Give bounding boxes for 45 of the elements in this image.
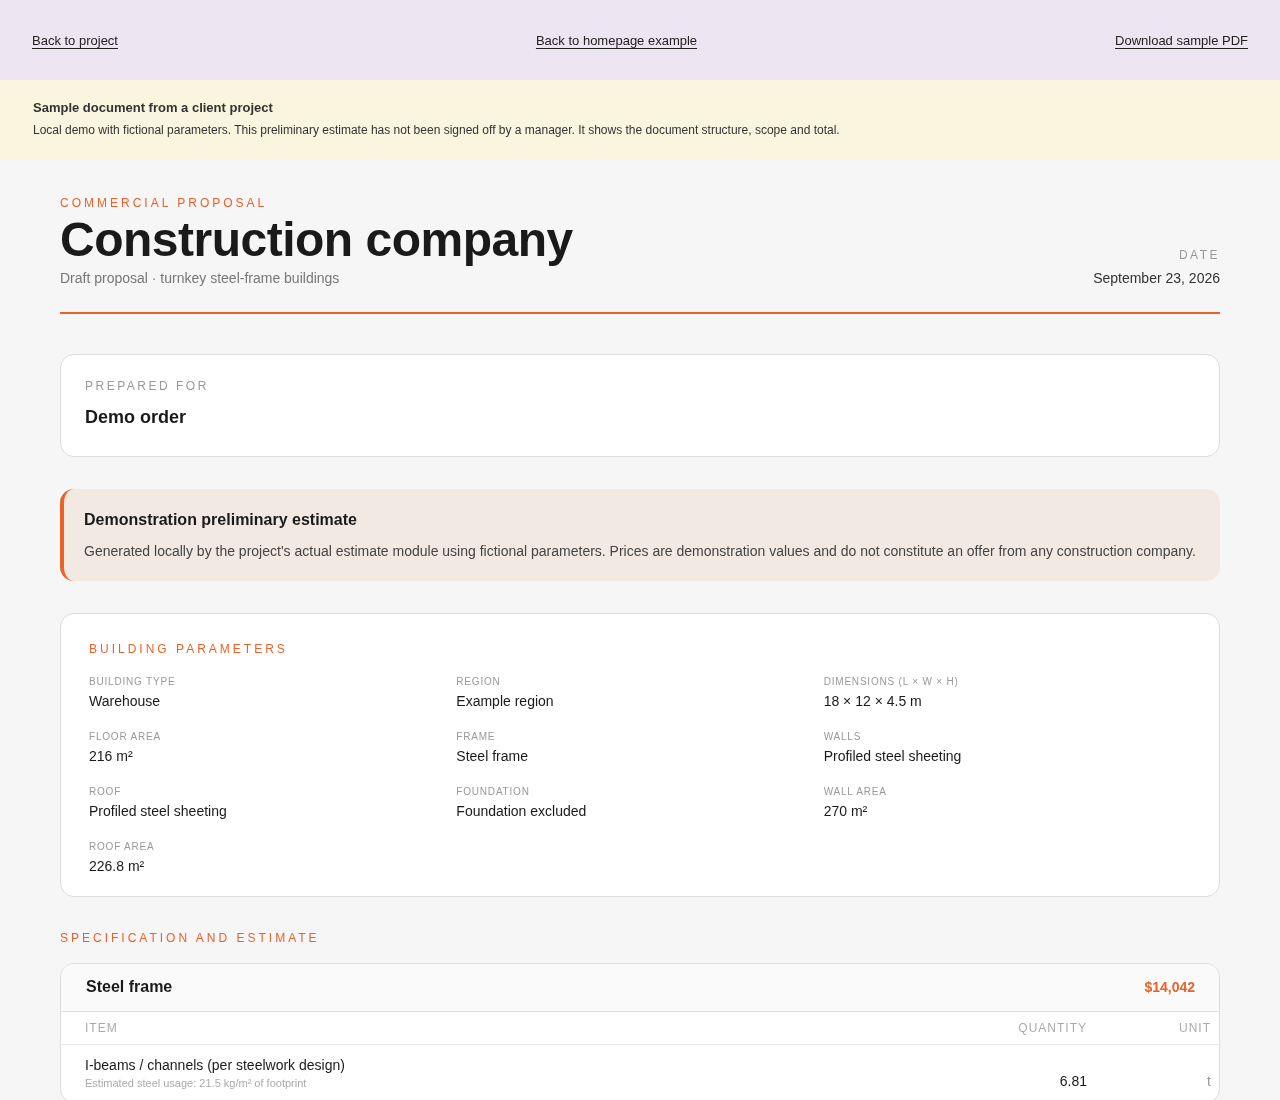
column-header: UNIT: [1178, 1021, 1211, 1035]
parameter-label: ROOF: [89, 786, 123, 797]
parameter-value: Foundation excluded: [456, 803, 588, 819]
quantity-cell-text: 6.81: [1058, 1073, 1087, 1089]
parameter-value: Profiled steel sheeting: [823, 748, 963, 764]
parameter-label: WALL AREA: [823, 786, 888, 797]
specification-title: SPECIFICATION AND ESTIMATE: [60, 931, 321, 945]
document-subtitle: Draft proposal · turnkey steel-frame buildings: [60, 270, 341, 286]
client-name: Demo order: [85, 407, 188, 428]
column-header: ITEM: [85, 1021, 119, 1035]
section-total: $14,042: [1144, 979, 1195, 995]
parameter-label: FLOOR AREA: [89, 731, 162, 742]
parameter-value: Example region: [456, 693, 555, 709]
document-title: Construction company: [60, 216, 573, 264]
notice-text: Local demo with fictional parameters. This preliminary estimate has not been signed off by a manager. It shows the document structure, scope and total.: [33, 123, 841, 137]
parameter-value: 270 m²: [823, 803, 869, 819]
parameter-value: 216 m²: [89, 748, 134, 764]
column-header: QUANTITY: [1017, 1021, 1087, 1035]
parameter-label: WALLS: [823, 731, 863, 742]
parameter-label: FOUNDATION: [456, 786, 531, 797]
parameter-label: FRAME: [456, 731, 497, 742]
nav-link[interactable]: Back to homepage example: [535, 32, 698, 48]
item-name: I-beams / channels (per steelwork design): [85, 1057, 346, 1073]
parameter-value: Profiled steel sheeting: [89, 803, 228, 819]
parameter-label: REGION: [456, 676, 502, 687]
parameter-value: Warehouse: [89, 693, 162, 709]
prepared-for-label: PREPARED FOR: [85, 379, 210, 393]
section-name: Steel frame: [86, 978, 173, 996]
parameter-value: 18 × 12 × 4.5 m: [823, 693, 923, 709]
item-note: Estimated steel usage: 21.5 kg/m² of footprint: [85, 1077, 308, 1089]
unit-cell-text: t: [1206, 1073, 1211, 1089]
parameters-title: BUILDING PARAMETERS: [89, 642, 289, 656]
callout-text: Generated locally by the project's actual estimate module using fictional parameters. Prices are demonstration values and do not constitute an offer from any construction company.: [84, 543, 1197, 559]
document-eyebrow: COMMERCIAL PROPOSAL: [60, 196, 269, 210]
date-label: DATE: [1178, 248, 1220, 262]
parameter-value: 226.8 m²: [89, 858, 146, 874]
parameter-label: BUILDING TYPE: [89, 676, 177, 687]
parameter-value: Steel frame: [456, 748, 529, 764]
parameter-label: ROOF AREA: [89, 841, 156, 852]
notice-title: Sample document from a client project: [33, 100, 274, 115]
parameter-label: DIMENSIONS (L × W × H): [823, 676, 960, 687]
callout-title: Demonstration preliminary estimate: [84, 511, 358, 529]
date-value: September 23, 2026: [1093, 270, 1220, 286]
nav-link[interactable]: Back to project: [32, 32, 118, 48]
nav-link[interactable]: Download sample PDF: [1115, 32, 1248, 48]
